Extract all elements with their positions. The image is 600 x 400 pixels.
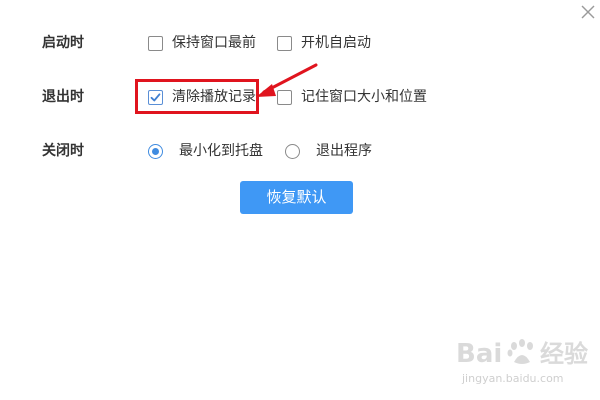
checkbox-label: 保持窗口最前	[172, 35, 256, 51]
reset-defaults-button[interactable]: 恢复默认	[240, 181, 353, 214]
exit-program-radio[interactable]: 退出程序	[285, 141, 372, 161]
svg-text:Bai: Bai	[456, 339, 502, 369]
watermark-url: jingyan.baidu.com	[462, 372, 564, 385]
keep-window-on-top-checkbox[interactable]: 保持窗口最前	[148, 33, 256, 53]
checkbox-label: 开机自启动	[301, 35, 371, 51]
annotation-arrow-icon	[256, 63, 318, 97]
close-label: 关闭时	[42, 143, 84, 159]
radio-label: 退出程序	[316, 143, 372, 159]
annotation-highlight-box	[135, 79, 259, 114]
exit-label: 退出时	[42, 89, 84, 105]
checkbox-box	[148, 35, 163, 51]
close-icon	[581, 5, 595, 19]
radio-button-selected	[148, 143, 163, 159]
close-button[interactable]	[578, 2, 598, 22]
startup-label: 启动时	[42, 35, 84, 51]
radio-button	[285, 143, 300, 159]
checkbox-box	[277, 35, 292, 51]
minimize-to-tray-radio[interactable]: 最小化到托盘	[148, 141, 263, 161]
radio-label: 最小化到托盘	[179, 143, 263, 159]
autostart-checkbox[interactable]: 开机自启动	[277, 33, 371, 53]
svg-text:经验: 经验	[540, 340, 588, 368]
radio-dot	[152, 147, 159, 155]
